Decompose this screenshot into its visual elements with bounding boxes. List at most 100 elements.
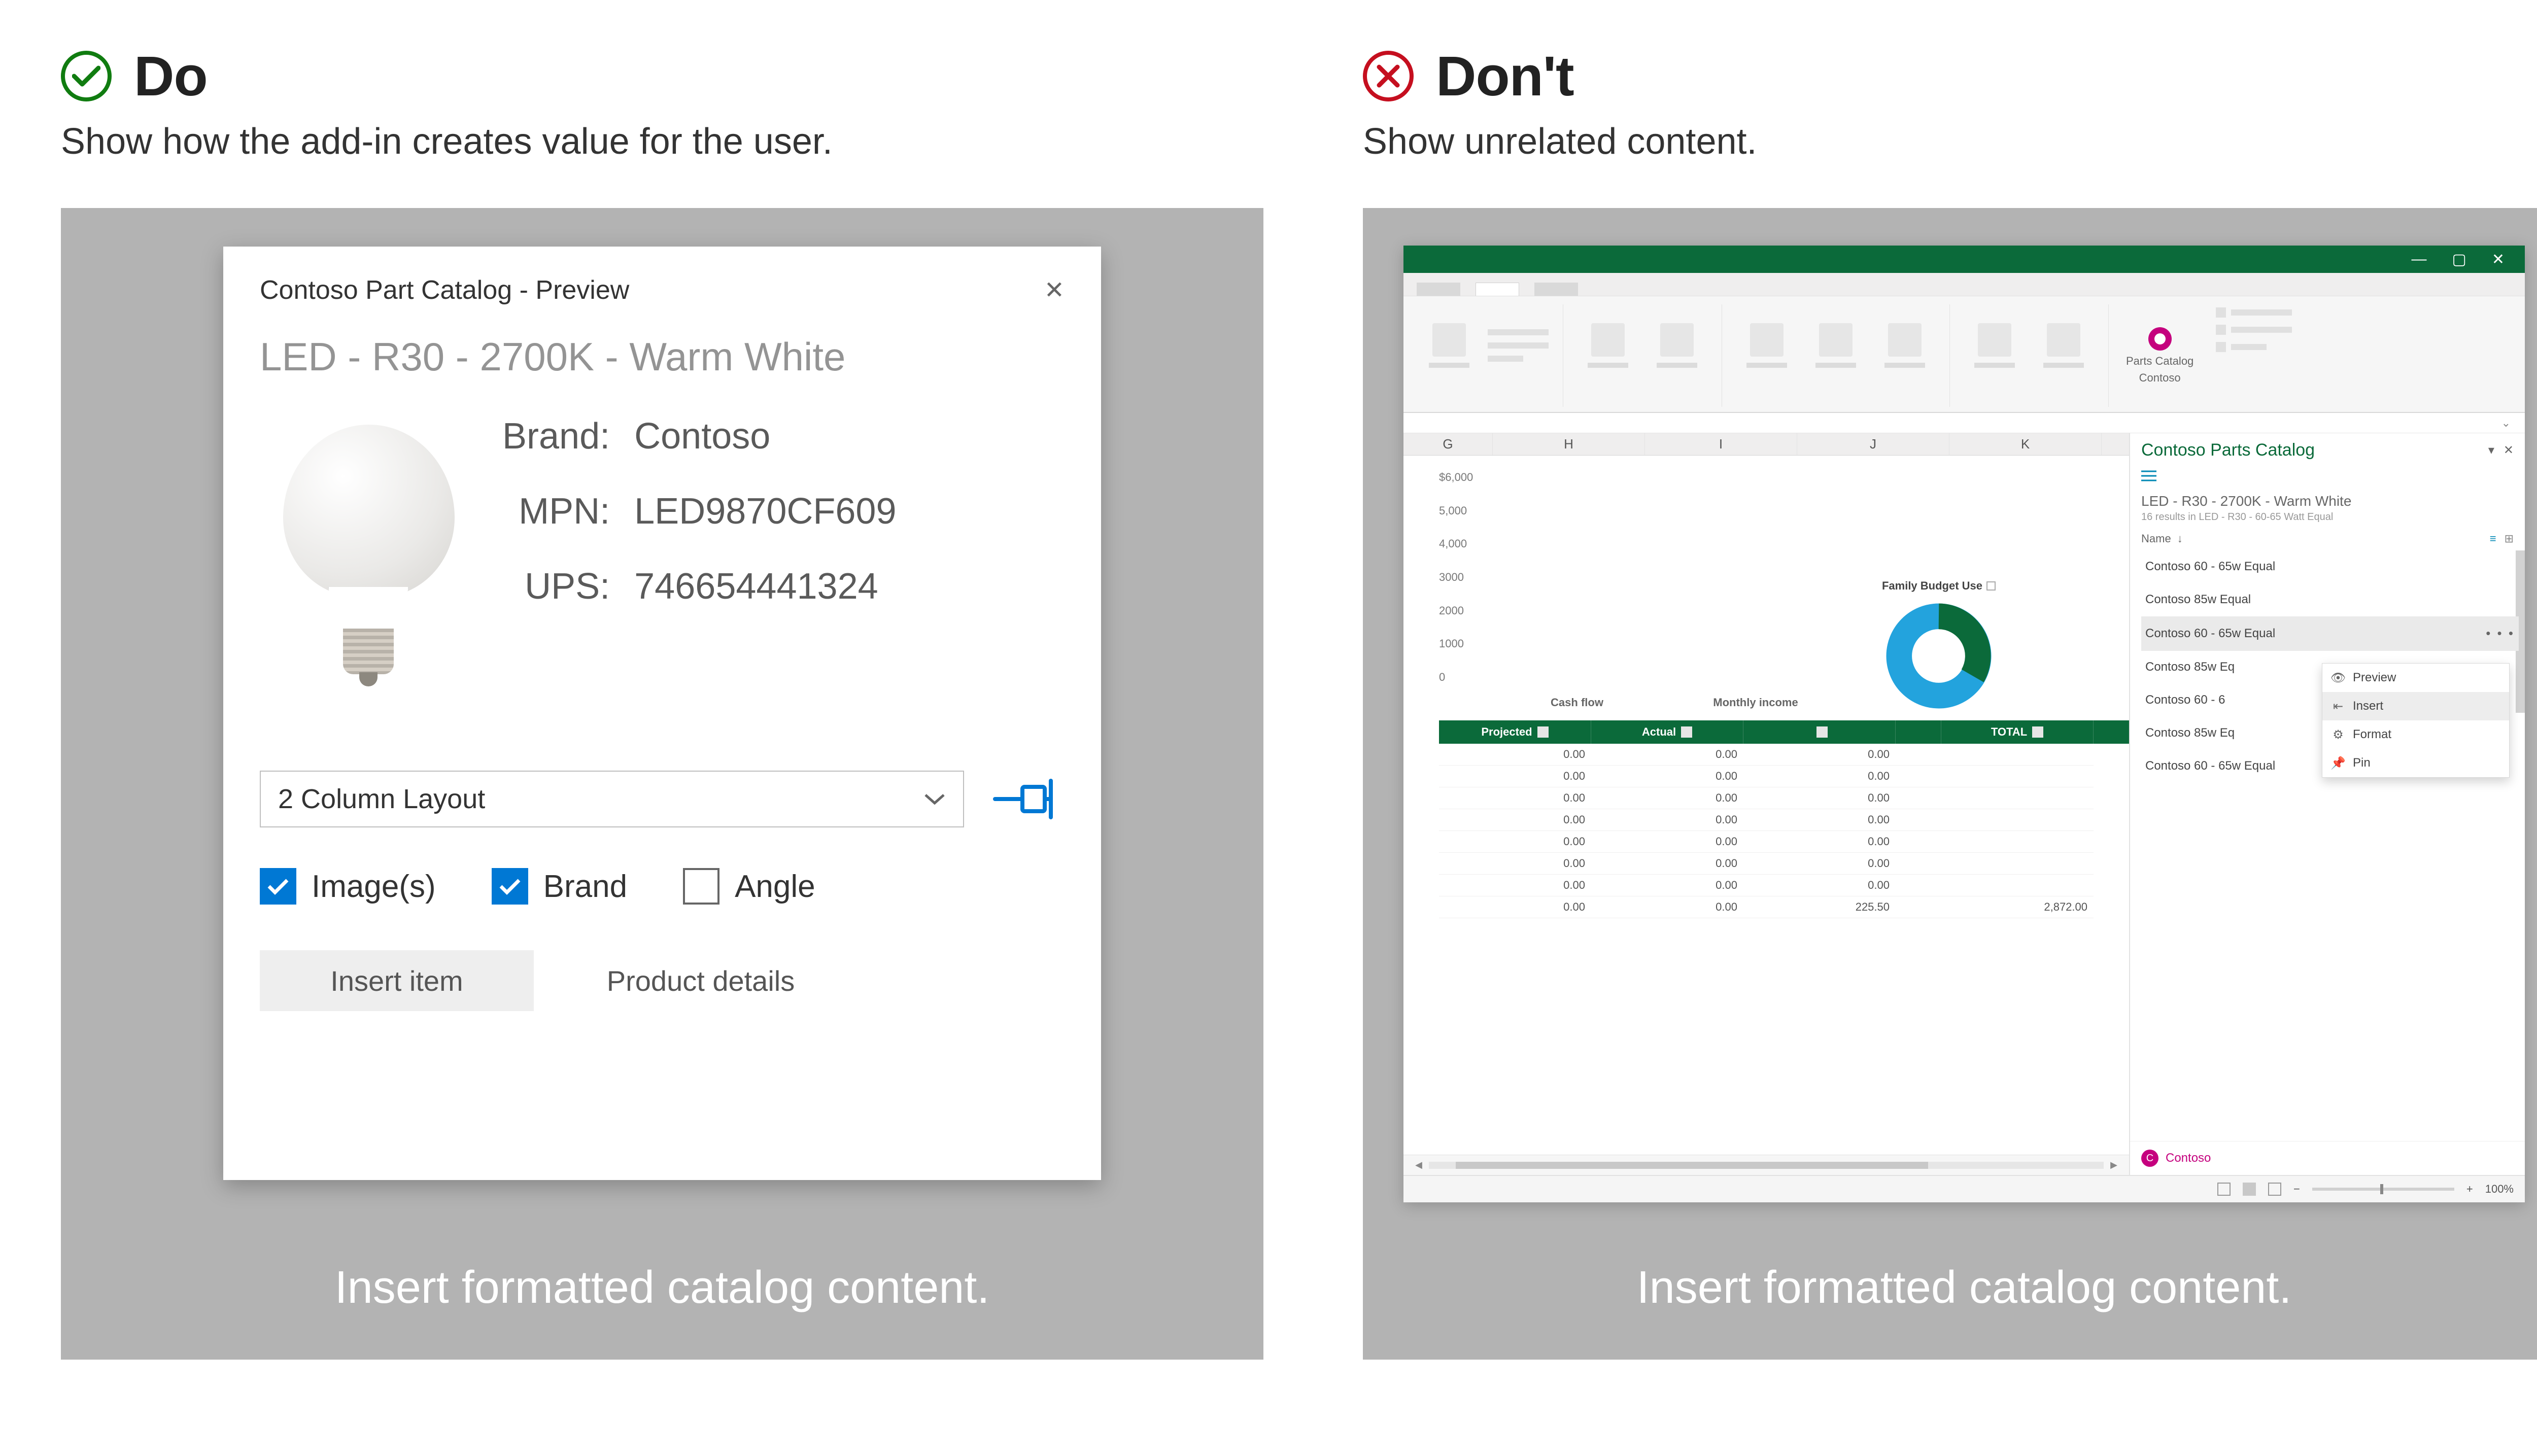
taskpane-close-icon[interactable]: ✕ bbox=[2504, 443, 2514, 458]
table-row[interactable]: 0.000.000.00 bbox=[1439, 875, 2129, 896]
cell[interactable]: 0.00 bbox=[1743, 766, 1896, 787]
ribbon-button[interactable] bbox=[1874, 307, 1935, 384]
cell[interactable]: 0.00 bbox=[1743, 875, 1896, 896]
ribbon-button[interactable] bbox=[1419, 307, 1480, 384]
table-row[interactable]: 0.000.000.00 bbox=[1439, 853, 2129, 875]
donut-chart[interactable]: Family Budget Use bbox=[1865, 579, 2012, 714]
sort-asc-icon[interactable]: ↓ bbox=[2177, 532, 2183, 545]
col-head[interactable]: J bbox=[1797, 433, 1949, 455]
insert-item-button[interactable]: Insert item bbox=[260, 950, 534, 1011]
cell[interactable] bbox=[1896, 896, 1941, 918]
ribbon-collapse[interactable]: ⌄ bbox=[1403, 413, 2525, 433]
ribbon-button[interactable] bbox=[1578, 307, 1638, 384]
avatar[interactable]: C bbox=[2141, 1150, 2158, 1167]
minimize-icon[interactable]: — bbox=[2412, 251, 2427, 268]
close-icon[interactable]: ✕ bbox=[1044, 276, 1065, 304]
cell[interactable] bbox=[1896, 766, 1941, 787]
ribbon-tab[interactable] bbox=[1534, 283, 1578, 296]
zoom-in-icon[interactable]: + bbox=[2466, 1183, 2473, 1196]
cell[interactable]: 0.00 bbox=[1743, 744, 1896, 766]
cell[interactable] bbox=[1941, 787, 2094, 809]
list-item[interactable]: Contoso 85w Equal bbox=[2141, 583, 2519, 616]
table-row[interactable]: 0.000.00225.502,872.00 bbox=[1439, 896, 2129, 918]
view-page-icon[interactable] bbox=[2243, 1183, 2256, 1196]
close-window-icon[interactable]: ✕ bbox=[2492, 251, 2505, 268]
cell[interactable]: 0.00 bbox=[1743, 787, 1896, 809]
table-row[interactable]: 0.000.000.00 bbox=[1439, 787, 2129, 809]
cell[interactable]: 0.00 bbox=[1591, 831, 1743, 853]
maximize-icon[interactable]: ▢ bbox=[2452, 251, 2466, 268]
ribbon-button[interactable] bbox=[1647, 307, 1707, 384]
product-details-button[interactable]: Product details bbox=[556, 950, 845, 1011]
cell[interactable]: 0.00 bbox=[1439, 853, 1591, 875]
filter-icon[interactable] bbox=[1681, 726, 1692, 738]
cell[interactable]: 0.00 bbox=[1591, 766, 1743, 787]
cell[interactable] bbox=[1941, 875, 2094, 896]
ribbon-button[interactable] bbox=[1964, 307, 2025, 384]
cell[interactable] bbox=[1941, 831, 2094, 853]
cell[interactable]: 0.00 bbox=[1743, 831, 1896, 853]
cell[interactable]: 0.00 bbox=[1439, 831, 1591, 853]
cell[interactable]: 0.00 bbox=[1591, 896, 1743, 918]
cell[interactable]: 0.00 bbox=[1743, 853, 1896, 875]
checkbox-angle[interactable]: Angle bbox=[683, 868, 815, 905]
view-list-icon[interactable]: ≡ bbox=[2490, 532, 2496, 545]
cell[interactable]: 0.00 bbox=[1439, 809, 1591, 831]
table-row[interactable]: 0.000.000.00 bbox=[1439, 766, 2129, 787]
filter-icon[interactable] bbox=[2032, 726, 2043, 738]
cell[interactable] bbox=[1896, 853, 1941, 875]
scroll-thumb[interactable] bbox=[1456, 1162, 1928, 1169]
ribbon-button[interactable] bbox=[2033, 307, 2094, 384]
cell[interactable]: 0.00 bbox=[1439, 875, 1591, 896]
pin-button[interactable] bbox=[988, 771, 1065, 827]
col-head[interactable]: H bbox=[1493, 433, 1645, 455]
cell[interactable]: 0.00 bbox=[1439, 787, 1591, 809]
filter-icon[interactable] bbox=[1816, 726, 1828, 738]
col-head[interactable]: G bbox=[1403, 433, 1493, 455]
taskpane-menu-icon[interactable]: ▾ bbox=[2488, 443, 2494, 458]
ribbon-button[interactable] bbox=[1805, 307, 1866, 384]
hamburger-icon[interactable] bbox=[2130, 467, 2525, 491]
ribbon-button[interactable] bbox=[1736, 307, 1797, 384]
scroll-left-icon[interactable]: ◀ bbox=[1414, 1160, 1424, 1170]
list-item[interactable]: Contoso 60 - 65w Equal bbox=[2141, 550, 2519, 583]
filter-icon[interactable] bbox=[1537, 726, 1549, 738]
cell[interactable] bbox=[1896, 787, 1941, 809]
ctx-insert[interactable]: ⇤Insert bbox=[2322, 692, 2509, 720]
checkbox-brand[interactable]: Brand bbox=[492, 868, 627, 905]
cell[interactable]: 0.00 bbox=[1591, 787, 1743, 809]
cell[interactable] bbox=[1896, 809, 1941, 831]
cell[interactable]: 0.00 bbox=[1439, 766, 1591, 787]
ctx-preview[interactable]: 👁Preview bbox=[2322, 664, 2509, 692]
cell[interactable] bbox=[1896, 831, 1941, 853]
horizontal-scrollbar[interactable]: ◀ ▶ bbox=[1403, 1155, 2129, 1175]
zoom-out-icon[interactable]: − bbox=[2293, 1183, 2300, 1196]
cell[interactable] bbox=[1941, 809, 2094, 831]
cell[interactable] bbox=[1896, 875, 1941, 896]
cell[interactable]: 0.00 bbox=[1591, 809, 1743, 831]
ribbon-tab[interactable] bbox=[1417, 283, 1460, 296]
cell[interactable] bbox=[1941, 853, 2094, 875]
more-icon[interactable]: • • • bbox=[2486, 626, 2515, 641]
zoom-slider[interactable] bbox=[2312, 1188, 2454, 1191]
chart-options-icon[interactable] bbox=[1986, 581, 1996, 591]
checkbox-images[interactable]: Image(s) bbox=[260, 868, 436, 905]
table-row[interactable]: 0.000.000.00 bbox=[1439, 744, 2129, 766]
cell[interactable] bbox=[1941, 744, 2094, 766]
view-grid-icon[interactable]: ⊞ bbox=[2505, 532, 2514, 545]
layout-dropdown[interactable]: 2 Column Layout bbox=[260, 771, 964, 827]
ribbon-tab-active[interactable] bbox=[1476, 283, 1519, 296]
cell[interactable]: 0.00 bbox=[1591, 853, 1743, 875]
view-break-icon[interactable] bbox=[2268, 1183, 2281, 1196]
col-head[interactable]: K bbox=[1949, 433, 2102, 455]
ctx-pin[interactable]: 📌Pin bbox=[2322, 749, 2509, 777]
table-row[interactable]: 0.000.000.00 bbox=[1439, 809, 2129, 831]
list-item-selected[interactable]: Contoso 60 - 65w Equal • • • bbox=[2141, 616, 2519, 651]
cell[interactable] bbox=[1941, 766, 2094, 787]
scroll-right-icon[interactable]: ▶ bbox=[2109, 1160, 2119, 1170]
cell[interactable]: 2,872.00 bbox=[1941, 896, 2094, 918]
cell[interactable]: 225.50 bbox=[1743, 896, 1896, 918]
col-head[interactable]: I bbox=[1645, 433, 1797, 455]
view-normal-icon[interactable] bbox=[2217, 1183, 2231, 1196]
cell[interactable]: 0.00 bbox=[1439, 744, 1591, 766]
